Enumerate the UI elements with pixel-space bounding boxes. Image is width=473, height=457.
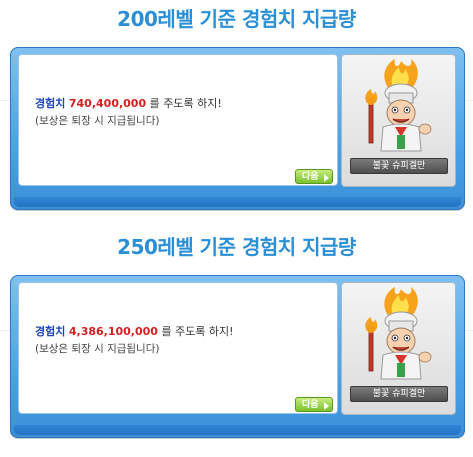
exp-reward-line: 경험치 740,400,000 를 주도록 하지! <box>35 95 222 111</box>
dialog-text-panel: 경험치 740,400,000 를 주도록 하지! (보상은 퇴장 시 지급됩니… <box>18 54 338 186</box>
exp-value: 4,386,100,000 <box>68 325 158 338</box>
npc-dialog: 경험치 4,386,100,000 를 주도록 하지! (보상은 퇴장 시 지급… <box>10 275 465 438</box>
exp-reward-line: 경험치 4,386,100,000 를 주도록 하지! <box>35 323 234 339</box>
dialog-bottom-bar <box>14 197 461 207</box>
dialog-bottom-bar <box>14 425 461 435</box>
reward-note: (보상은 퇴장 시 지급됩니다) <box>35 115 160 127</box>
exp-label: 경험치 <box>35 97 66 110</box>
exp-line-suffix: 를 주도록 하지! <box>149 97 222 110</box>
next-button[interactable]: 다음 <box>295 397 333 412</box>
reward-note: (보상은 퇴장 시 지급됩니다) <box>35 343 160 355</box>
next-arrow-icon <box>324 402 329 410</box>
next-button-label: 다음 <box>302 400 319 410</box>
exp-section-250: 250레벨 기준 경험치 지급량 경험치 4,386,100,000 를 주도록… <box>0 228 473 456</box>
exp-line-suffix: 를 주도록 하지! <box>161 325 234 338</box>
npc-portrait-panel: 불꽃 슈피겔만 <box>341 282 456 415</box>
npc-name-plate: 불꽃 슈피겔만 <box>350 158 448 174</box>
next-arrow-icon <box>324 174 329 182</box>
next-button[interactable]: 다음 <box>295 169 333 184</box>
section-heading: 200레벨 기준 경험치 지급량 <box>117 7 356 31</box>
npc-portrait-icon <box>365 59 432 152</box>
npc-portrait-panel: 불꽃 슈피겔만 <box>341 54 456 187</box>
npc-name-plate: 불꽃 슈피겔만 <box>350 386 448 402</box>
dialog-text-panel: 경험치 4,386,100,000 를 주도록 하지! (보상은 퇴장 시 지급… <box>18 282 338 414</box>
next-button-label: 다음 <box>302 172 319 182</box>
exp-value: 740,400,000 <box>68 97 147 110</box>
npc-dialog: 경험치 740,400,000 를 주도록 하지! (보상은 퇴장 시 지급됩니… <box>10 47 465 210</box>
exp-section-200: 200레벨 기준 경험치 지급량 경험치 740,400,000 를 주도록 하… <box>0 0 473 228</box>
npc-portrait-icon <box>365 287 432 380</box>
exp-label: 경험치 <box>35 325 66 338</box>
section-heading: 250레벨 기준 경험치 지급량 <box>117 235 356 259</box>
